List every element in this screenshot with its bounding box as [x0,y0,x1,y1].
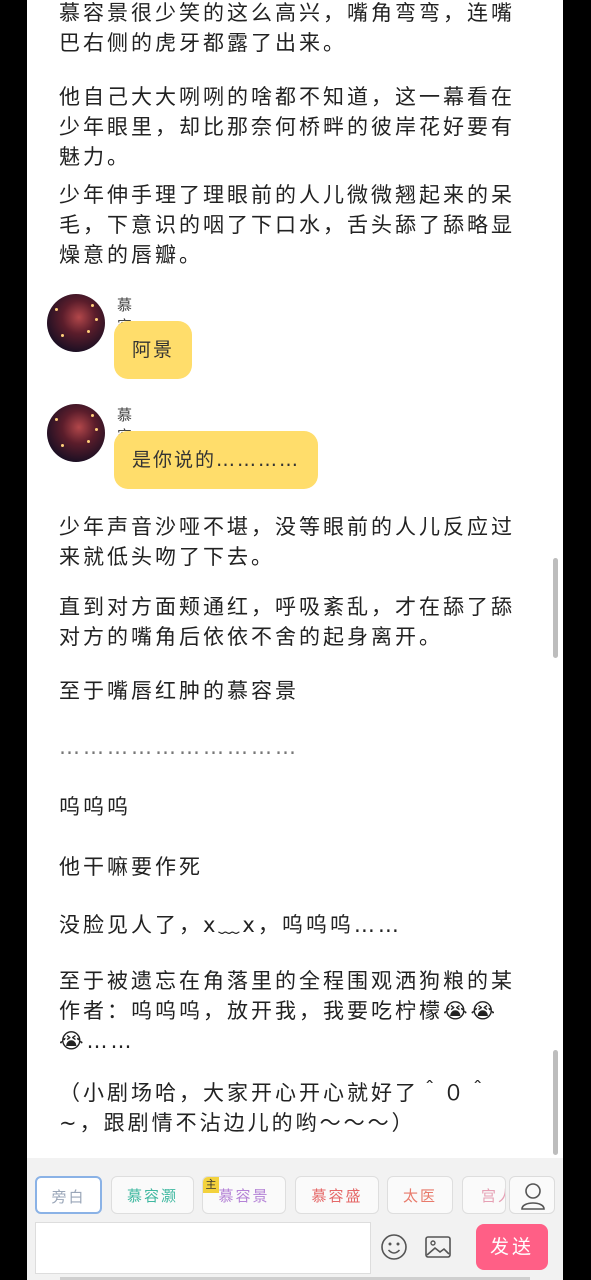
scrollbar-thumb[interactable] [553,558,558,658]
story-paragraph: 他自己大大咧咧的啥都不知道，这一幕看在少年眼里，却比那奈何桥畔的彼岸花好要有魅力… [59,85,515,169]
user-icon [521,1183,545,1210]
role-chip-narrator[interactable]: 旁白 [35,1176,102,1214]
user-button[interactable] [509,1176,555,1214]
emoji-button[interactable] [379,1232,409,1262]
story-paragraph: 至于被遗忘在角落里的全程围观洒狗粮的某作者：呜呜呜，放开我，我要吃柠檬😭😭😭…… [59,969,515,1053]
host-badge: 主 [203,1177,219,1193]
role-chip-murong-hao[interactable]: 慕容灏 [111,1176,194,1214]
role-chip-label: 旁白 [51,1188,86,1206]
chat-bubble: 阿景 [114,321,193,379]
avatar[interactable] [47,404,105,462]
role-chip-murong-jing[interactable]: 主 慕容景 [202,1176,286,1214]
role-chip-label: 宫人 [481,1187,505,1205]
avatar[interactable] [47,294,105,352]
scrollbar-thumb[interactable] [553,1050,558,1155]
emoji-icon [381,1234,407,1260]
story-paragraph: （小剧场哈，大家开心开心就好了＾０＾~，跟剧情不沾边儿的哟～～～） [59,1081,491,1135]
image-icon [425,1236,451,1258]
story-paragraph: 呜呜呜 [59,795,131,819]
compose-toolbar: 旁白 慕容灏 主 慕容景 慕容盛 太医 宫人 发送 [27,1158,563,1280]
story-paragraph: 至于嘴唇红肿的慕容景 [59,679,299,703]
role-chip-attendant[interactable]: 宫人 [462,1176,506,1214]
role-chip-murong-sheng[interactable]: 慕容盛 [295,1176,379,1214]
message-input[interactable] [35,1222,371,1274]
story-paragraph: 少年声音沙哑不堪，没等眼前的人儿反应过来就低头吻了下去。 [59,515,515,569]
story-paragraph: 少年伸手理了理眼前的人儿微微翘起来的呆毛，下意识的咽了下口水，舌头舔了舔略显燥意… [59,183,515,267]
send-button[interactable]: 发送 [476,1224,548,1270]
role-chip-physician[interactable]: 太医 [387,1176,453,1214]
story-paragraph: 没脸见人了，x﹏x，呜呜呜…… [59,913,402,937]
story-paragraph: 慕容景很少笑的这么高兴，嘴角弯弯，连嘴巴右侧的虎牙都露了出来。 [59,1,515,55]
reading-page: 慕容景很少笑的这么高兴，嘴角弯弯，连嘴巴右侧的虎牙都露了出来。 他自己大大咧咧的… [27,0,563,1280]
story-paragraph: 他干嘛要作死 [59,855,203,879]
role-chip-label: 太医 [402,1187,437,1205]
story-paragraph: 直到对方面颊通红，呼吸紊乱，才在舔了舔对方的嘴角后依依不舍的起身离开。 [59,595,515,649]
chat-bubble: 是你说的………… [114,431,319,489]
role-chip-label: 慕容景 [218,1187,270,1205]
story-paragraph: ………………………… [59,735,299,759]
role-chip-label: 慕容灏 [126,1187,178,1205]
role-chip-label: 慕容盛 [311,1187,363,1205]
image-button[interactable] [423,1232,453,1262]
